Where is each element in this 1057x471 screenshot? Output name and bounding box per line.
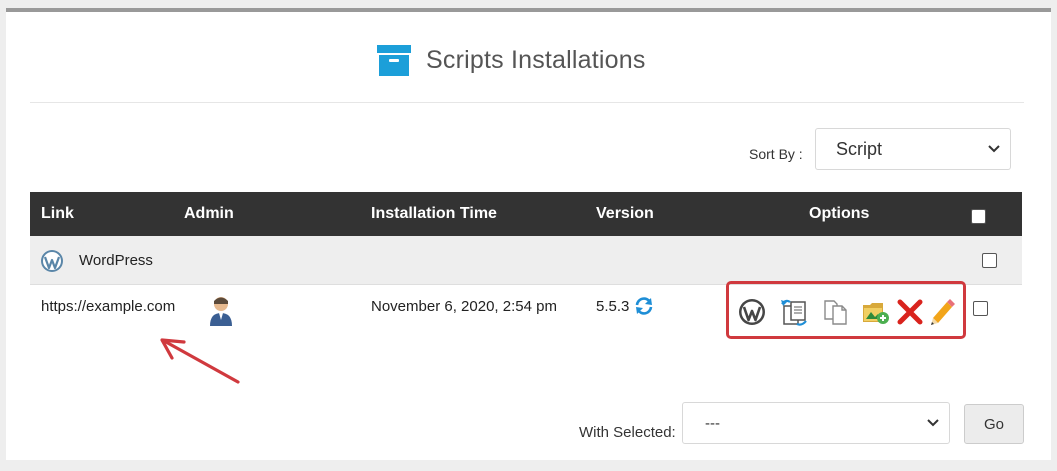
installation-link[interactable]: https://example.com: [41, 298, 175, 315]
chevron-down-icon: [927, 419, 939, 427]
annotation-arrow-icon: [160, 338, 240, 384]
sort-by-select[interactable]: Script: [815, 128, 1011, 170]
options-highlight-box: [726, 281, 966, 339]
archive-box-icon: [377, 45, 411, 76]
upgrade-refresh-icon[interactable]: [634, 296, 654, 316]
group-select-checkbox[interactable]: [982, 253, 997, 268]
page-title: Scripts Installations: [426, 45, 646, 74]
column-header-link: Link: [41, 205, 74, 222]
sort-by-label: Sort By :: [749, 146, 803, 162]
column-header-version: Version: [596, 205, 654, 222]
backup-icon[interactable]: [780, 298, 808, 326]
header-divider: [30, 102, 1024, 103]
wordpress-manage-icon[interactable]: [738, 298, 766, 326]
column-header-installation-time: Installation Time: [371, 205, 497, 222]
table-header: Link Admin Installation Time Version Opt…: [30, 192, 1022, 236]
edit-icon[interactable]: [928, 298, 956, 326]
installation-time: November 6, 2020, 2:54 pm: [371, 298, 557, 315]
staging-icon[interactable]: [861, 298, 889, 326]
group-name: WordPress: [79, 252, 153, 269]
scripts-installations-panel: Scripts Installations Sort By : Script L…: [6, 8, 1051, 460]
with-selected-value: ---: [705, 414, 720, 432]
go-button[interactable]: Go: [964, 404, 1024, 444]
with-selected-label: With Selected:: [579, 424, 676, 441]
clone-icon[interactable]: [822, 298, 850, 326]
select-all-checkbox[interactable]: [971, 209, 986, 224]
chevron-down-icon: [988, 145, 1000, 153]
admin-user-icon[interactable]: [208, 295, 234, 327]
remove-icon[interactable]: [896, 298, 924, 326]
wordpress-logo-icon: [41, 250, 63, 272]
version-number: 5.5.3: [596, 298, 630, 315]
group-row-wordpress: WordPress: [30, 236, 1022, 285]
panel-header: Scripts Installations: [6, 12, 1051, 106]
with-selected-select[interactable]: ---: [682, 402, 950, 444]
sort-by-selected-value: Script: [836, 138, 883, 159]
column-header-admin: Admin: [184, 205, 234, 222]
column-header-options: Options: [809, 205, 870, 222]
row-select-checkbox[interactable]: [973, 301, 988, 316]
title-wrap: Scripts Installations: [376, 42, 646, 78]
